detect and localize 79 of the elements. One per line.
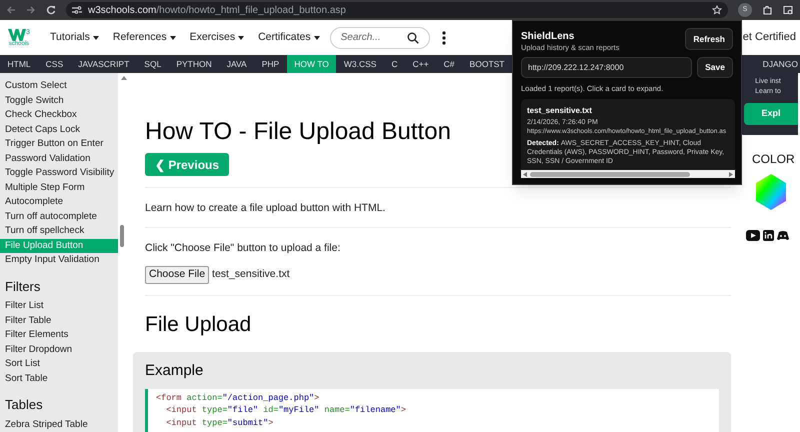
star-icon[interactable] bbox=[712, 5, 722, 15]
forward-icon[interactable] bbox=[26, 5, 36, 15]
scroll-right-icon[interactable] bbox=[729, 172, 733, 177]
save-button[interactable]: Save bbox=[697, 57, 733, 78]
sidebar-item[interactable]: Filter Dropdown bbox=[0, 342, 118, 357]
color-heading: COLOR bbox=[752, 151, 795, 168]
sidebar-item[interactable]: Custom Select bbox=[0, 79, 118, 94]
nav-tab[interactable]: HTML bbox=[0, 55, 38, 73]
sidebar-heading: Filters bbox=[5, 278, 42, 296]
sidebar-item[interactable]: Sort Table bbox=[0, 372, 118, 386]
reload-icon[interactable] bbox=[46, 5, 56, 15]
horizontal-scrollbar[interactable] bbox=[521, 170, 735, 178]
site-settings-icon[interactable] bbox=[72, 6, 82, 14]
scroll-left-icon[interactable] bbox=[523, 172, 527, 177]
nav-tab[interactable]: JAVA bbox=[219, 55, 254, 73]
report-card[interactable] bbox=[521, 99, 735, 170]
page-title: How TO - File Upload Button bbox=[145, 117, 451, 147]
instruction-text: Click "Choose File" button to upload a file: bbox=[145, 240, 342, 256]
popup-title: ShieldLens bbox=[521, 30, 576, 43]
more-icon[interactable] bbox=[442, 30, 446, 44]
nav-menu[interactable]: References bbox=[112, 30, 176, 46]
sidebar-item[interactable]: Filter Table bbox=[0, 314, 118, 328]
sidebar-item[interactable]: Password Validation bbox=[0, 152, 118, 166]
caret-icon bbox=[92, 36, 99, 40]
sidebar-item[interactable]: Trigger Button on Enter bbox=[0, 137, 118, 152]
sidebar-item[interactable]: Zebra Striped Table bbox=[0, 418, 118, 432]
caret-icon bbox=[170, 36, 176, 40]
caret-icon bbox=[314, 36, 320, 40]
choose-file-button[interactable]: Choose File bbox=[145, 266, 210, 284]
intro-text: Learn how to create a file upload button with HTML. bbox=[145, 201, 386, 216]
sidebar-item[interactable]: Filter List bbox=[0, 299, 118, 314]
refresh-button[interactable]: Refresh bbox=[685, 28, 733, 50]
get-certified-link[interactable]: et Certified bbox=[742, 29, 796, 46]
nav-tab[interactable]: SQL bbox=[136, 55, 169, 73]
game-controller-icon[interactable] bbox=[777, 230, 789, 241]
sidebar-item[interactable]: Filter Elements bbox=[0, 328, 118, 342]
code-block: <form action="/action_page.php"> <input type="file" id="myFile" name="filename"> <input type="submit"> bbox=[145, 388, 719, 432]
video-play-icon[interactable] bbox=[746, 230, 760, 241]
nav-tab[interactable]: C++ bbox=[405, 55, 436, 73]
sidebar-item[interactable]: Turn off spellcheck bbox=[0, 224, 118, 238]
sidebar-item[interactable]: Toggle Password Visibility bbox=[0, 166, 118, 180]
tab-search-icon[interactable] bbox=[783, 4, 794, 16]
address-bar[interactable]: w3schools.com/howto/howto_html_file_upload_button.asp bbox=[66, 2, 728, 18]
nav-tab[interactable]: CSS bbox=[38, 55, 71, 73]
scrollbar-up-icon[interactable] bbox=[121, 76, 127, 80]
nav-tab[interactable]: W3.CSS bbox=[336, 55, 384, 73]
example-heading: Example bbox=[145, 361, 204, 381]
sidebar-item[interactable]: Detect Caps Lock bbox=[0, 122, 118, 137]
url-text: w3schools.com/howto/howto_html_file_upload_button.asp bbox=[88, 4, 346, 18]
color-picker-icon bbox=[756, 174, 786, 210]
search-icon[interactable] bbox=[406, 32, 419, 44]
search-field[interactable]: Search... bbox=[330, 26, 430, 48]
sidebar-item[interactable]: Autocomplete bbox=[0, 195, 118, 210]
caret-icon bbox=[238, 36, 244, 40]
nav-menu[interactable]: Exercises bbox=[190, 30, 244, 46]
back-icon[interactable] bbox=[6, 5, 16, 15]
nav-tab[interactable]: C bbox=[384, 55, 406, 73]
sidebar-item[interactable]: Check Checkbox bbox=[0, 108, 118, 122]
nav-menu[interactable]: Certificates bbox=[258, 30, 320, 46]
sidebar-item[interactable]: Empty Input Validation bbox=[0, 253, 118, 268]
sidebar-item[interactable]: Sort List bbox=[0, 357, 118, 372]
nav-tab[interactable]: C# bbox=[436, 55, 462, 73]
sidebar-heading: Tables bbox=[5, 396, 44, 414]
nav-menu[interactable]: Tutorials bbox=[50, 30, 99, 46]
nav-tab[interactable]: JAVASCRIPT bbox=[70, 55, 137, 73]
sidebar-item[interactable]: Turn off autocomplete bbox=[0, 210, 118, 224]
search-input[interactable]: Search... bbox=[340, 30, 407, 45]
sidebar-item[interactable]: Toggle Switch bbox=[0, 94, 118, 108]
nav-tab[interactable]: DJANGO bbox=[755, 55, 800, 73]
sidebar-item[interactable]: Multiple Step Form bbox=[0, 180, 118, 195]
nav-tab[interactable]: PHP bbox=[254, 55, 287, 73]
report-filename: test_sensitive.txt bbox=[527, 105, 593, 118]
file-name-text: test_sensitive.txt bbox=[212, 266, 290, 282]
nav-tab[interactable]: BOOTST bbox=[462, 55, 512, 73]
nav-tab[interactable]: PYTHON bbox=[168, 55, 220, 73]
in-logo-icon[interactable] bbox=[763, 230, 774, 241]
section-heading: File Upload bbox=[145, 312, 252, 338]
server-url-field[interactable]: http://209.222.12.247:8000 bbox=[521, 57, 692, 78]
extensions-icon[interactable] bbox=[762, 4, 773, 16]
